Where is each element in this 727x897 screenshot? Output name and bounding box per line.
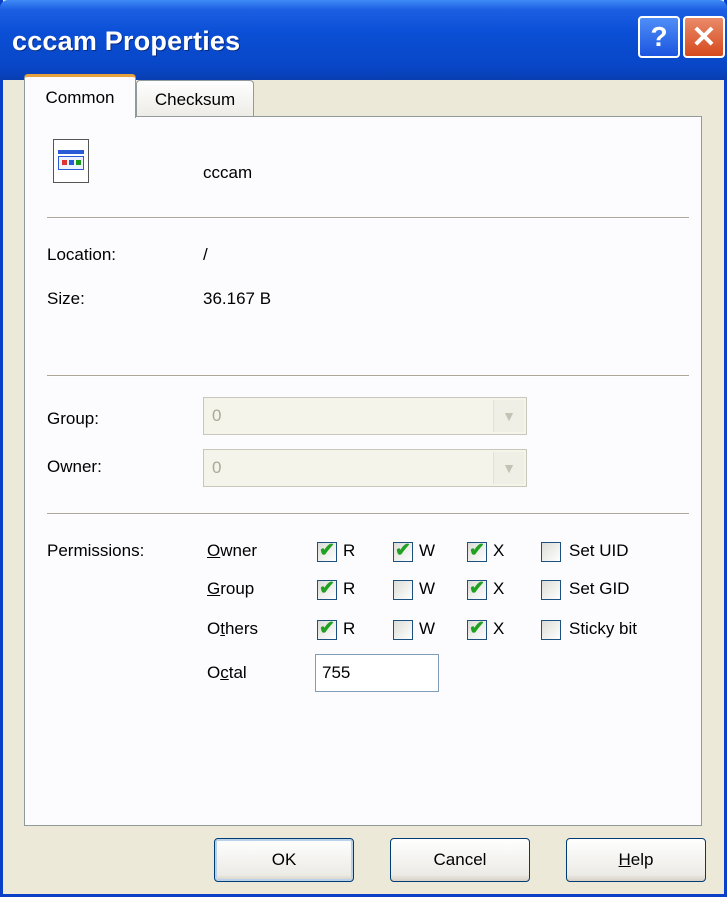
owner-read-label: R xyxy=(343,541,356,560)
tab-panel-common: cccam Location: / Size: 36.167 B Group: … xyxy=(24,116,702,826)
owner-execute-label: X xyxy=(493,541,505,560)
owner-label: Owner: xyxy=(47,457,102,476)
group-execute-label: X xyxy=(493,579,505,598)
tab-common[interactable]: Common xyxy=(24,74,136,118)
owner-combobox[interactable]: 0 ▼ xyxy=(203,449,527,487)
cancel-button[interactable]: Cancel xyxy=(390,838,530,882)
separator xyxy=(47,375,689,377)
group-read-label: R xyxy=(343,579,356,598)
others-execute-checkbox[interactable]: ✔ xyxy=(467,618,487,640)
octal-input[interactable] xyxy=(315,654,439,692)
others-read-checkbox[interactable]: ✔ xyxy=(317,618,337,640)
close-icon[interactable]: ✕ xyxy=(683,16,725,58)
group-write-checkbox[interactable] xyxy=(393,580,413,600)
group-write-label: W xyxy=(419,579,436,598)
set-gid-checkbox[interactable] xyxy=(541,580,561,600)
group-value: 0 xyxy=(212,406,222,425)
set-gid-label: Set GID xyxy=(569,579,630,598)
size-label: Size: xyxy=(47,289,85,308)
separator xyxy=(47,217,689,219)
owner-value: 0 xyxy=(212,458,222,477)
others-read-label: R xyxy=(343,619,356,638)
others-perm-label: Others xyxy=(207,619,259,638)
tab-checksum[interactable]: Checksum xyxy=(136,80,254,118)
chevron-down-icon[interactable]: ▼ xyxy=(493,452,524,484)
file-name: cccam xyxy=(203,163,253,182)
set-uid-label: Set UID xyxy=(569,541,629,560)
group-execute-checkbox[interactable]: ✔ xyxy=(467,578,487,600)
ok-button[interactable]: OK xyxy=(214,838,354,882)
group-perm-label: Group xyxy=(207,579,255,598)
owner-write-label: W xyxy=(419,541,436,560)
others-write-label: W xyxy=(419,619,436,638)
set-uid-checkbox[interactable] xyxy=(541,542,561,562)
help-button[interactable]: Help xyxy=(566,838,706,882)
sticky-bit-checkbox[interactable] xyxy=(541,620,561,640)
location-label: Location: xyxy=(47,245,116,264)
help-icon[interactable]: ? xyxy=(638,16,680,58)
owner-read-checkbox[interactable]: ✔ xyxy=(317,540,337,562)
title-bar[interactable]: cccam Properties ? ✕ xyxy=(0,0,727,80)
group-read-checkbox[interactable]: ✔ xyxy=(317,578,337,600)
separator xyxy=(47,513,689,515)
sticky-bit-label: Sticky bit xyxy=(569,619,638,638)
owner-write-checkbox[interactable]: ✔ xyxy=(393,540,413,562)
location-value: / xyxy=(203,245,208,264)
others-execute-label: X xyxy=(493,619,505,638)
size-value: 36.167 B xyxy=(203,289,272,308)
permissions-label: Permissions: xyxy=(47,541,145,560)
octal-label: Octal xyxy=(207,663,247,682)
group-label: Group: xyxy=(47,409,99,428)
chevron-down-icon[interactable]: ▼ xyxy=(493,400,524,432)
owner-execute-checkbox[interactable]: ✔ xyxy=(467,540,487,562)
group-combobox[interactable]: 0 ▼ xyxy=(203,397,527,435)
window-title: cccam Properties xyxy=(12,26,241,56)
others-write-checkbox[interactable] xyxy=(393,620,413,640)
executable-file-icon xyxy=(53,139,89,183)
owner-perm-label: Owner xyxy=(207,541,258,560)
